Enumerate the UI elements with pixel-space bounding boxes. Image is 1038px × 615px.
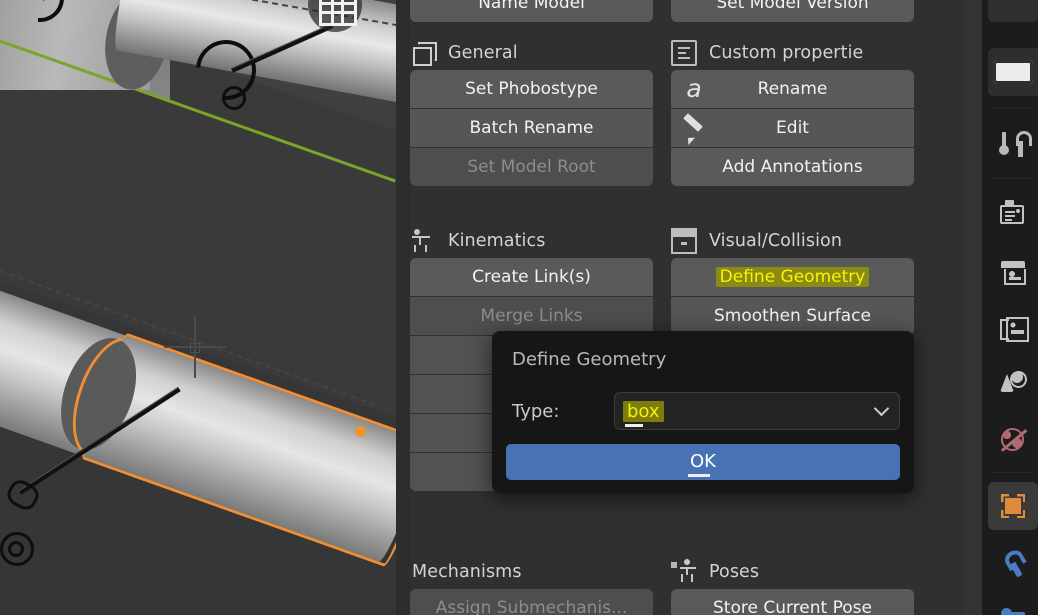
section-visual-collision-buttons: Define Geometry Smoothen Surface	[671, 258, 914, 335]
render-camera-icon	[999, 200, 1027, 228]
section-kinematics-title: Kinematics	[448, 231, 546, 251]
section-general-buttons: Set Phobostype Batch Rename Set Model Ro…	[410, 70, 653, 186]
cube-icon	[410, 40, 436, 66]
type-label: Type:	[512, 400, 560, 422]
iconbar-top-cap	[988, 0, 1038, 22]
merge-links-button: Merge Links	[410, 297, 653, 335]
sidebar-item-object[interactable]	[988, 482, 1038, 530]
empty-center-square	[190, 343, 200, 353]
globe-icon	[999, 426, 1027, 454]
pose-figure-icon	[671, 559, 697, 585]
sidebar-item-scene[interactable]	[988, 360, 1038, 408]
panel-left-gutter	[396, 0, 410, 615]
edit-button[interactable]: Edit	[671, 109, 914, 147]
edit-button-label: Edit	[776, 118, 809, 138]
blue-physics-icon	[999, 604, 1027, 615]
section-mechanisms: Mechanisms Assign Submechanis...	[410, 541, 653, 615]
sidebar-item-editor-type[interactable]	[988, 48, 1038, 96]
define-geometry-dialog[interactable]: Define Geometry Type: box OK	[492, 331, 914, 493]
annotation-underline-ok	[688, 474, 710, 477]
set-model-version-button[interactable]: Set Model Version	[671, 0, 914, 22]
sidebar-item-view-layer[interactable]	[988, 304, 1038, 352]
rename-button[interactable]: a Rename	[671, 70, 914, 108]
object-origin-dot[interactable]	[355, 426, 366, 437]
section-general: General Set Phobostype Batch Rename Set …	[410, 22, 653, 186]
section-custom-properties: Custom propertie a Rename Edit Add Annot…	[671, 22, 914, 186]
section-mechanisms-header: Mechanisms	[410, 555, 653, 589]
section-kinematics-header: Kinematics	[410, 224, 653, 258]
ok-button[interactable]: OK	[506, 444, 900, 480]
create-links-button[interactable]: Create Link(s)	[410, 258, 653, 296]
section-poses-title: Poses	[709, 562, 760, 582]
section-general-header: General	[410, 36, 653, 70]
dialog-type-row: Type: box	[506, 392, 900, 430]
panel-row-top: Name Model Set Model Version	[396, 0, 982, 22]
section-general-title: General	[448, 43, 518, 63]
pencil-icon	[681, 115, 707, 141]
joint-gizmo-head-1	[222, 86, 246, 110]
define-geometry-label: Define Geometry	[715, 267, 870, 287]
panel-row-mechanisms: Mechanisms Assign Submechanis... Poses S…	[396, 541, 982, 615]
section-poses-buttons: Store Current Pose	[671, 589, 914, 615]
sidebar-item-output[interactable]	[988, 248, 1038, 296]
define-geometry-button[interactable]: Define Geometry	[671, 258, 914, 296]
section-custom-properties-title: Custom propertie	[709, 43, 864, 63]
section-mechanisms-buttons: Assign Submechanis...	[410, 589, 653, 615]
assign-submechanism-button: Assign Submechanis...	[410, 589, 653, 615]
joint-gizmo-head-5	[8, 541, 24, 557]
section-poses: Poses Store Current Pose	[671, 541, 914, 615]
sidebar-item-world[interactable]	[988, 416, 1038, 464]
batch-rename-button[interactable]: Batch Rename	[410, 109, 653, 147]
tabbar-divider-2	[992, 178, 1034, 179]
letter-a-icon: a	[686, 74, 702, 103]
phobos-properties-panel[interactable]: Name Model Set Model Version General Set…	[396, 0, 982, 615]
dialog-title: Define Geometry	[512, 349, 667, 370]
document-lines-icon	[671, 40, 697, 66]
3d-viewport[interactable]	[0, 0, 396, 615]
section-custom-properties-header: Custom propertie	[671, 36, 914, 70]
section-visual-collision-header: Visual/Collision	[671, 224, 914, 258]
blue-wrench-icon	[999, 550, 1027, 578]
geometry-type-value: box	[623, 400, 664, 422]
kinematics-figure-icon	[410, 228, 436, 254]
editor-type-icon	[993, 60, 1033, 84]
section-poses-header: Poses	[671, 555, 914, 589]
tabbar-divider-1	[992, 108, 1034, 109]
section-visual-collision-title: Visual/Collision	[709, 231, 843, 251]
set-model-root-button: Set Model Root	[410, 148, 653, 186]
sidebar-item-modifier[interactable]	[988, 540, 1038, 588]
add-annotations-button[interactable]: Add Annotations	[671, 148, 914, 186]
tabbar-divider-3	[992, 472, 1034, 473]
ok-button-label: OK	[690, 451, 716, 472]
store-current-pose-button[interactable]: Store Current Pose	[671, 589, 914, 615]
box-archive-icon	[671, 228, 697, 254]
smoothen-surface-button[interactable]: Smoothen Surface	[671, 297, 914, 335]
section-mechanisms-title: Mechanisms	[412, 562, 522, 582]
images-stack-icon	[999, 314, 1029, 342]
properties-editor-tabbar[interactable]	[982, 0, 1038, 615]
cone-sphere-icon	[999, 370, 1027, 398]
tool-wrench-icon	[999, 130, 1032, 158]
annotation-underline-type	[625, 424, 643, 427]
rename-button-label: Rename	[757, 79, 828, 99]
panel-right-gutter	[964, 0, 982, 615]
sidebar-item-render[interactable]	[988, 190, 1038, 238]
name-model-button[interactable]: Name Model	[410, 0, 653, 22]
sidebar-item-physics[interactable]	[988, 594, 1038, 615]
printer-output-icon	[999, 258, 1027, 286]
chevron-down-icon	[873, 400, 890, 417]
geometry-type-select[interactable]: box	[614, 392, 900, 430]
panel-row-general: General Set Phobostype Batch Rename Set …	[396, 22, 982, 186]
orange-square-brackets-icon	[999, 492, 1027, 520]
section-custom-properties-buttons: a Rename Edit Add Annotations	[671, 70, 914, 186]
set-phobostype-button[interactable]: Set Phobostype	[410, 70, 653, 108]
sidebar-item-tool[interactable]	[988, 120, 1038, 168]
